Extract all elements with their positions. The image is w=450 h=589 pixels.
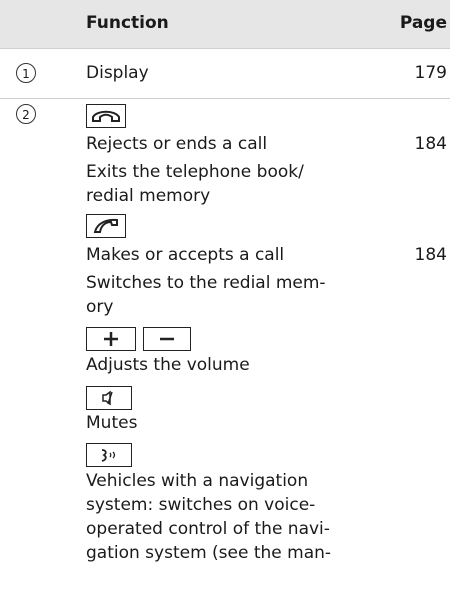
function-text: Adjusts the volume	[86, 355, 250, 375]
function-text: redial memory	[86, 186, 211, 206]
row-number-badge: 1	[16, 63, 36, 83]
function-table: Function Page 1 Display 179 2 Rejects or…	[0, 0, 450, 589]
row-number-badge: 2	[16, 104, 36, 124]
function-text: Makes or accepts a call	[86, 245, 285, 265]
function-text: Switches to the redial mem-	[86, 273, 326, 293]
page-column-header: Page	[399, 13, 447, 33]
accept-call-key	[86, 214, 126, 238]
function-text: Vehicles with a navigation	[86, 471, 309, 491]
volume-up-key	[86, 327, 136, 351]
function-text: ory	[86, 297, 114, 317]
page-ref: 179	[414, 63, 447, 83]
table-header: Function Page	[0, 0, 450, 49]
voice-control-icon	[101, 449, 116, 462]
volume-down-key	[143, 327, 191, 351]
phone-icon	[93, 218, 118, 233]
plus-icon	[104, 332, 118, 346]
function-text: gation system (see the man-	[86, 543, 332, 563]
page-ref: 184	[414, 134, 447, 154]
table-row: 1 Display 179	[0, 49, 450, 99]
table-row: 2 Rejects or ends a call 184 Exits the t…	[0, 99, 450, 589]
minus-icon	[160, 337, 174, 341]
mute-icon	[102, 390, 113, 406]
voice-control-key	[86, 443, 132, 467]
function-text: Exits the telephone book/	[86, 162, 304, 182]
function-column-header: Function	[86, 13, 169, 33]
function-text: Mutes	[86, 413, 138, 433]
mute-key	[86, 386, 132, 410]
function-text: system: switches on voice-	[86, 495, 316, 515]
hang-up-icon	[92, 110, 120, 122]
page-ref: 184	[414, 245, 447, 265]
end-call-key	[86, 104, 126, 128]
function-text: Display	[86, 63, 149, 83]
function-text: operated control of the navi-	[86, 519, 330, 539]
function-text: Rejects or ends a call	[86, 134, 268, 154]
